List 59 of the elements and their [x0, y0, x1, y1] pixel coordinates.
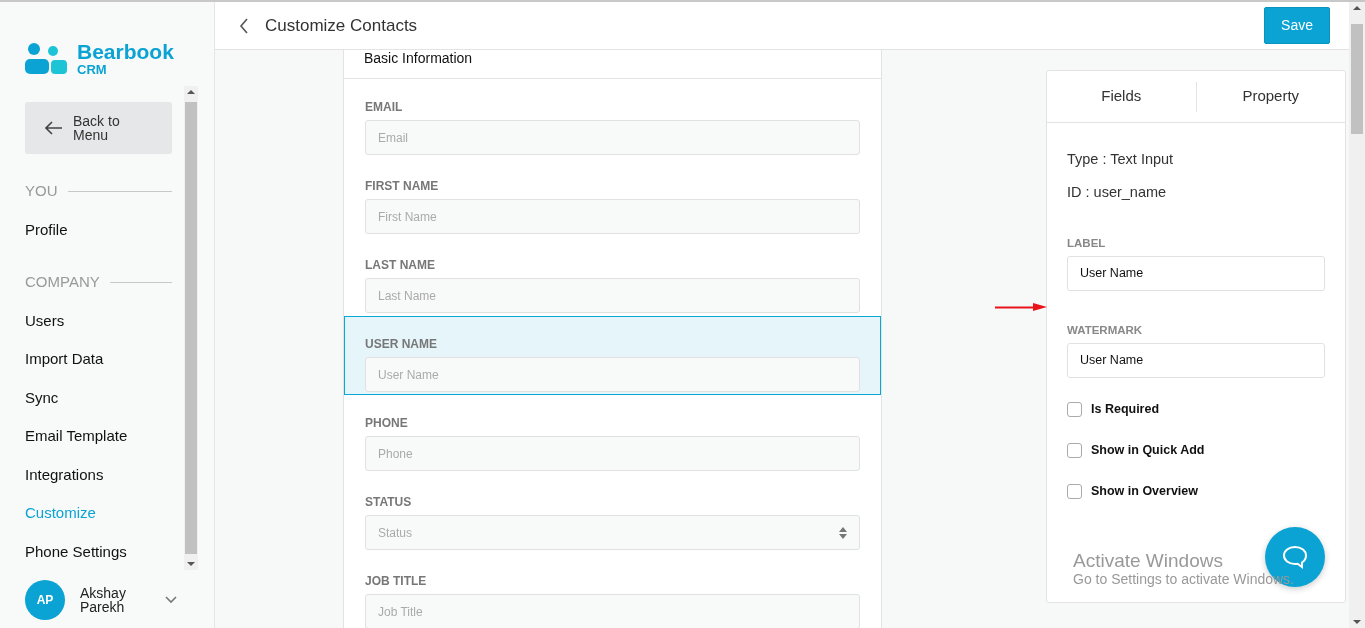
field-label: JOB TITLE — [365, 574, 428, 588]
checkbox[interactable] — [1067, 401, 1082, 417]
input-field[interactable]: Job Title — [365, 594, 860, 628]
checkbox-label: Show in Overview — [1091, 484, 1198, 498]
brand-subtitle: CRM — [77, 61, 108, 78]
section-title: Basic Information — [344, 50, 881, 79]
scroll-thumb[interactable] — [1351, 24, 1363, 134]
selected-field-highlight[interactable]: USER NAME User Name — [344, 316, 881, 395]
input-field[interactable]: First Name — [365, 199, 860, 234]
checkbox-label: Show in Quick Add — [1091, 443, 1205, 457]
field-label: EMAIL — [365, 100, 404, 114]
field-label: FIRST NAME — [365, 179, 440, 193]
scroll-down-icon[interactable] — [187, 562, 195, 566]
scrollbar[interactable] — [184, 86, 198, 570]
page-title: Customize Contacts — [265, 14, 418, 37]
input-field[interactable]: User Name — [1067, 342, 1325, 378]
panel-tab[interactable]: Fields — [1047, 81, 1196, 112]
pointer-arrow — [995, 302, 1047, 312]
back-to-menu-button[interactable]: Back to Menu — [25, 102, 172, 154]
checkbox-label: Is Required — [1091, 402, 1160, 416]
scrollbar[interactable] — [1349, 2, 1365, 628]
input-field[interactable]: Last Name — [365, 278, 860, 313]
scroll-up-icon[interactable] — [187, 90, 195, 94]
input-field[interactable]: Email — [365, 120, 860, 155]
section-heading: COMPANY — [25, 272, 100, 292]
back-chevron-icon[interactable] — [239, 17, 249, 34]
sidebar-item[interactable]: Profile — [25, 218, 172, 241]
field-id: ID : user_name — [1067, 182, 1168, 202]
field-type: Type : Text Input — [1067, 150, 1175, 169]
input-field[interactable]: Phone — [365, 436, 860, 471]
field-label: USER NAME — [365, 337, 438, 351]
field-label: PHONE — [365, 416, 409, 430]
field-label: STATUS — [365, 495, 413, 509]
input-field[interactable]: User Name — [365, 357, 860, 392]
checkbox[interactable] — [1067, 442, 1082, 458]
chevron-down-icon[interactable] — [165, 596, 177, 604]
sidebar-item[interactable]: Phone Settings — [25, 540, 172, 563]
user-name: Akshay Parekh — [80, 586, 127, 614]
back-arrow-icon — [45, 121, 63, 135]
panel-tab[interactable]: Property — [1195, 81, 1345, 112]
scroll-up-icon[interactable] — [1353, 6, 1361, 10]
chat-icon — [1282, 545, 1308, 569]
sidebar-item[interactable]: Email Template — [25, 425, 172, 448]
brand-name: Bearbook — [77, 40, 174, 62]
sidebar-item[interactable]: Integrations — [25, 463, 172, 486]
input-field[interactable]: User Name — [1067, 255, 1325, 291]
sidebar-item[interactable]: Import Data — [25, 348, 172, 371]
sidebar-item[interactable]: Sync — [25, 386, 172, 409]
section-heading: YOU — [25, 181, 58, 201]
sort-arrows-icon — [839, 526, 847, 539]
field-label: LAST NAME — [365, 258, 436, 272]
field-label: LABEL — [1067, 236, 1107, 250]
field-label: WATERMARK — [1067, 323, 1144, 337]
checkbox[interactable] — [1067, 483, 1082, 499]
activation-notice-title: Activate Windows — [1073, 551, 1224, 572]
scroll-down-icon[interactable] — [1353, 620, 1361, 624]
sidebar-item[interactable]: Users — [25, 309, 172, 332]
scroll-thumb[interactable] — [185, 102, 197, 554]
logo-icon — [25, 42, 67, 76]
